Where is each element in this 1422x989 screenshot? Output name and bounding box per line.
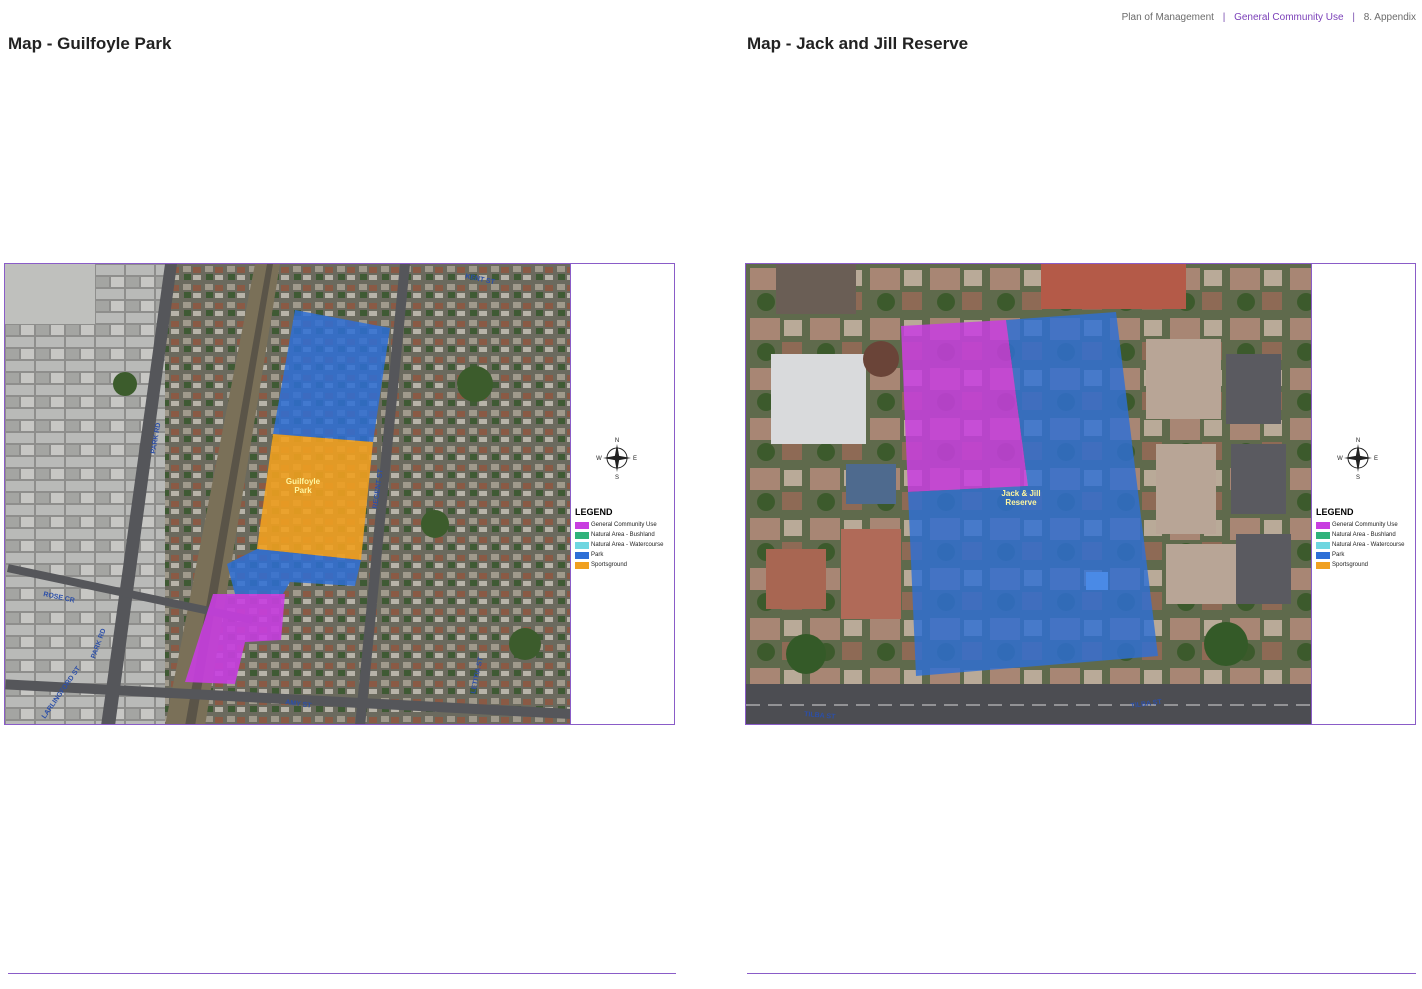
legend-title: LEGEND	[1316, 507, 1354, 517]
breadcrumb-doc-title: Plan of Management	[1121, 12, 1214, 23]
breadcrumb-section: General Community Use	[1234, 12, 1344, 23]
legend-item: Natural Area - Bushland	[1316, 530, 1404, 540]
legend-item: Natural Area - Bushland	[575, 530, 663, 540]
swatch-icon	[575, 531, 589, 539]
svg-text:W: W	[596, 456, 602, 462]
breadcrumb-chapter: 8. Appendix	[1363, 12, 1416, 23]
general-community-use-zone	[901, 320, 1028, 492]
legend-item: Park	[575, 550, 663, 560]
swatch-icon	[575, 541, 589, 549]
footer-rule	[8, 973, 676, 974]
legend-item: Park	[1316, 550, 1404, 560]
legend-item: Sportsground	[575, 560, 663, 570]
swatch-icon	[575, 521, 589, 529]
legend-title: LEGEND	[575, 507, 613, 517]
svg-text:N: N	[615, 438, 619, 444]
jack-jill-map: Jack & Jill Reserve TILBA ST TILBA ST N …	[745, 263, 1416, 725]
svg-text:N: N	[1356, 438, 1360, 444]
legend-item: General Community Use	[1316, 520, 1404, 530]
compass-rose-icon: N S E W	[596, 438, 637, 480]
left-page-title: Map - Guilfoyle Park	[8, 34, 172, 53]
guilfoyle-aerial-image: Guilfoyle Park KENT ST PARK RD REGENT ST…	[5, 264, 572, 724]
legend: LEGEND General Community Use Natural Are…	[575, 507, 663, 570]
swatch-icon	[1316, 541, 1330, 549]
park-label-line2: Reserve	[1005, 498, 1037, 507]
svg-text:S: S	[615, 475, 619, 480]
svg-text:S: S	[1356, 475, 1360, 480]
legend-item: Natural Area - Watercourse	[1316, 540, 1404, 550]
sportsground-zone	[257, 434, 373, 560]
legend-panel: N S E W LEGEND General Community Use Nat…	[570, 264, 674, 724]
park-label-line1: Jack & Jill	[1001, 489, 1040, 498]
header-breadcrumb: Plan of Management | General Community U…	[1121, 12, 1416, 23]
park-structure	[1086, 572, 1108, 590]
legend: LEGEND General Community Use Natural Are…	[1316, 507, 1404, 570]
compass-rose-icon: N S E W	[1337, 438, 1378, 480]
swatch-icon	[1316, 531, 1330, 539]
swatch-icon	[1316, 551, 1330, 559]
swatch-icon	[575, 561, 589, 569]
guilfoyle-map: Guilfoyle Park KENT ST PARK RD REGENT ST…	[4, 263, 675, 725]
swatch-icon	[575, 551, 589, 559]
legend-item: Natural Area - Watercourse	[575, 540, 663, 550]
swatch-icon	[1316, 561, 1330, 569]
swatch-icon	[1316, 521, 1330, 529]
footer-rule	[747, 973, 1416, 974]
svg-text:W: W	[1337, 456, 1343, 462]
legend-panel: N S E W LEGEND General Community Use Nat…	[1311, 264, 1415, 724]
legend-item: Sportsground	[1316, 560, 1404, 570]
right-page-title: Map - Jack and Jill Reserve	[747, 34, 969, 53]
svg-text:E: E	[633, 456, 637, 462]
jack-jill-aerial-image: Jack & Jill Reserve TILBA ST TILBA ST	[746, 264, 1313, 724]
svg-text:E: E	[1374, 456, 1378, 462]
park-label-line2: Park	[294, 486, 312, 495]
legend-item: General Community Use	[575, 520, 663, 530]
park-label-line1: Guilfoyle	[286, 477, 321, 486]
